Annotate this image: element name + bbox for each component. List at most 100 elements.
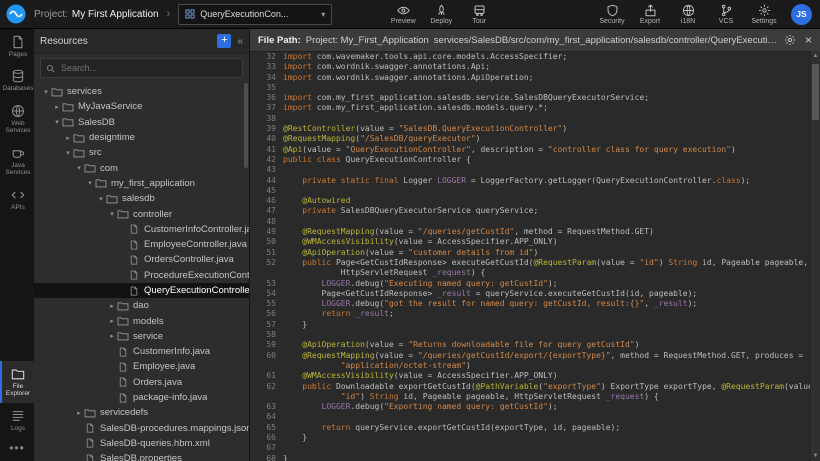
code-line[interactable]: 32import com.wavemaker.tools.api.core.mo… [250, 52, 811, 62]
caret-down-icon[interactable]: ▾ [41, 88, 51, 96]
tree-item-employeecontroller.java[interactable]: EmployeeController.java [34, 237, 249, 252]
code-line[interactable]: 36import com.my_first_application.salesd… [250, 93, 811, 103]
tree-item-service[interactable]: ▸service [34, 329, 249, 344]
sidebar-item-logs[interactable]: Logs [0, 403, 34, 437]
sidebar-item-java-services[interactable]: Java Services [0, 140, 34, 182]
caret-down-icon[interactable]: ▾ [52, 118, 62, 126]
code-line[interactable]: 67 [250, 443, 811, 453]
collapse-panel-button[interactable]: « [237, 36, 243, 47]
close-file-icon[interactable]: × [805, 34, 812, 46]
search-input[interactable] [59, 62, 237, 74]
tree-item-src[interactable]: ▾src [34, 145, 249, 160]
code-line[interactable]: 65 return queryService.exportGetCustId(e… [250, 423, 811, 433]
tree-item-employee.java[interactable]: Employee.java [34, 359, 249, 374]
tree-item-customerinfo.java[interactable]: CustomerInfo.java [34, 344, 249, 359]
code-line[interactable]: 55 LOGGER.debug("got the result for name… [250, 299, 811, 309]
sidebar-item-apis[interactable]: APIs [0, 182, 34, 216]
tree-item-com[interactable]: ▾com [34, 160, 249, 175]
caret-down-icon[interactable]: ▾ [85, 179, 95, 187]
tree-item-queryexecutioncontroller.java[interactable]: QueryExecutionController.java [34, 283, 249, 298]
settings-button[interactable]: Settings [745, 2, 783, 27]
code-line[interactable]: 48 [250, 217, 811, 227]
tree-scrollbar-thumb[interactable] [244, 83, 248, 168]
code-line[interactable]: 37import com.my_first_application.salesd… [250, 103, 811, 113]
code-line[interactable]: 54 Page<GetCustIdResponse> _result = que… [250, 289, 811, 299]
code-line[interactable]: 56 return _result; [250, 309, 811, 319]
code-line[interactable]: 35 [250, 83, 811, 93]
code-lines[interactable]: 32import com.wavemaker.tools.api.core.mo… [250, 52, 820, 461]
code-line[interactable]: 60 @RequestMapping(value = "/queries/get… [250, 351, 811, 361]
code-line[interactable]: 64 [250, 412, 811, 422]
code-line[interactable]: 50 @WMAccessVisibility(value = AccessSpe… [250, 237, 811, 247]
caret-right-icon[interactable]: ▸ [107, 332, 117, 340]
caret-right-icon[interactable]: ▸ [74, 409, 84, 417]
caret-down-icon[interactable]: ▾ [107, 210, 117, 218]
caret-down-icon[interactable]: ▾ [63, 149, 73, 157]
code-line[interactable]: 42public class QueryExecutionController … [250, 155, 811, 165]
code-line[interactable]: 51 @ApiOperation(value = "customer detai… [250, 248, 811, 258]
preview-button[interactable]: Preview [384, 2, 422, 27]
caret-down-icon[interactable]: ▾ [96, 195, 106, 203]
code-line[interactable]: 46 @Autowired [250, 196, 811, 206]
caret-right-icon[interactable]: ▸ [107, 302, 117, 310]
app-logo-icon[interactable] [6, 4, 26, 24]
sidebar-item-web-services[interactable]: Web Services [0, 98, 34, 140]
tree-item-salesdb-queries.hbm.xml[interactable]: SalesDB-queries.hbm.xml [34, 436, 249, 451]
code-line[interactable]: 68} [250, 454, 811, 461]
page-selector-dropdown[interactable]: QueryExecutionCon... ▾ [178, 4, 332, 25]
code-line[interactable]: "id") String id, Pageable pageable, Http… [250, 392, 811, 402]
code-line[interactable]: 49 @RequestMapping(value = "/queries/get… [250, 227, 811, 237]
caret-right-icon[interactable]: ▸ [52, 103, 62, 111]
editor-settings-gear-icon[interactable] [784, 34, 796, 46]
caret-right-icon[interactable]: ▸ [63, 134, 73, 142]
tree-item-designtime[interactable]: ▸designtime [34, 130, 249, 145]
vcs-button[interactable]: VCS [707, 2, 745, 27]
tree-item-servicedefs[interactable]: ▸servicedefs [34, 405, 249, 420]
code-line[interactable]: 44 private static final Logger LOGGER = … [250, 176, 811, 186]
caret-right-icon[interactable]: ▸ [107, 317, 117, 325]
code-line[interactable]: 47 private SalesDBQueryExecutorService q… [250, 206, 811, 216]
code-line[interactable]: 41@Api(value = "QueryExecutionController… [250, 145, 811, 155]
code-line[interactable]: 38 [250, 114, 811, 124]
tree-item-salesdb[interactable]: ▾salesdb [34, 191, 249, 206]
code-line[interactable]: 62 public Downloadable exportGetCustId(@… [250, 382, 811, 392]
add-resource-button[interactable]: + [217, 34, 231, 48]
tree-item-salesdb.properties[interactable]: SalesDB.properties [34, 451, 249, 461]
caret-down-icon[interactable]: ▾ [74, 164, 84, 172]
i18n-button[interactable]: i18N [669, 2, 707, 27]
scroll-up-arrow[interactable]: ▲ [811, 51, 820, 61]
code-line[interactable]: 58 [250, 330, 811, 340]
sidebar-item-pages[interactable]: Pages [0, 29, 34, 63]
sidebar-item-file-explorer[interactable]: File Explorer [0, 361, 34, 403]
tree-item-my_first_application[interactable]: ▾my_first_application [34, 176, 249, 191]
tree-item-myjavaservice[interactable]: ▸MyJavaService [34, 99, 249, 114]
tree-item-controller[interactable]: ▾controller [34, 206, 249, 221]
tree-item-services[interactable]: ▾services [34, 84, 249, 99]
code-line[interactable]: 52 public Page<GetCustIdResponse> execut… [250, 258, 811, 268]
code-line[interactable]: 66 } [250, 433, 811, 443]
code-line[interactable]: 53 LOGGER.debug("Executing named query: … [250, 279, 811, 289]
tree-item-orders.java[interactable]: Orders.java [34, 375, 249, 390]
code-line[interactable]: "application/octet-stream") [250, 361, 811, 371]
code-line[interactable]: 63 LOGGER.debug("Exporting named query: … [250, 402, 811, 412]
tree-item-dao[interactable]: ▸dao [34, 298, 249, 313]
code-line[interactable]: 61 @WMAccessVisibility(value = AccessSpe… [250, 371, 811, 381]
tour-button[interactable]: Tour [460, 2, 498, 27]
sidebar-item-databases[interactable]: Databases [0, 63, 34, 97]
tree-item-orderscontroller.java[interactable]: OrdersController.java [34, 252, 249, 267]
code-line[interactable]: 33import com.wordnik.swagger.annotations… [250, 62, 811, 72]
code-line[interactable]: 45 [250, 186, 811, 196]
code-line[interactable]: 43 [250, 165, 811, 175]
more-options-icon[interactable]: ••• [0, 437, 34, 461]
security-button[interactable]: Security [593, 2, 631, 27]
code-line[interactable]: 34import com.wordnik.swagger.annotations… [250, 73, 811, 83]
code-line[interactable]: 59 @ApiOperation(value = "Returns downlo… [250, 340, 811, 350]
scroll-down-arrow[interactable]: ▼ [811, 451, 820, 461]
code-line[interactable]: 39@RestController(value = "SalesDB.Query… [250, 124, 811, 134]
user-avatar[interactable]: JS [791, 4, 812, 25]
editor-scrollbar-thumb[interactable] [812, 64, 819, 120]
code-line[interactable]: 57 } [250, 320, 811, 330]
tree-item-procedureexecutioncontroller.java[interactable]: ProcedureExecutionController.java [34, 268, 249, 283]
code-line[interactable]: 40@RequestMapping("/SalesDB/queryExecuto… [250, 134, 811, 144]
export-button[interactable]: Export [631, 2, 669, 27]
